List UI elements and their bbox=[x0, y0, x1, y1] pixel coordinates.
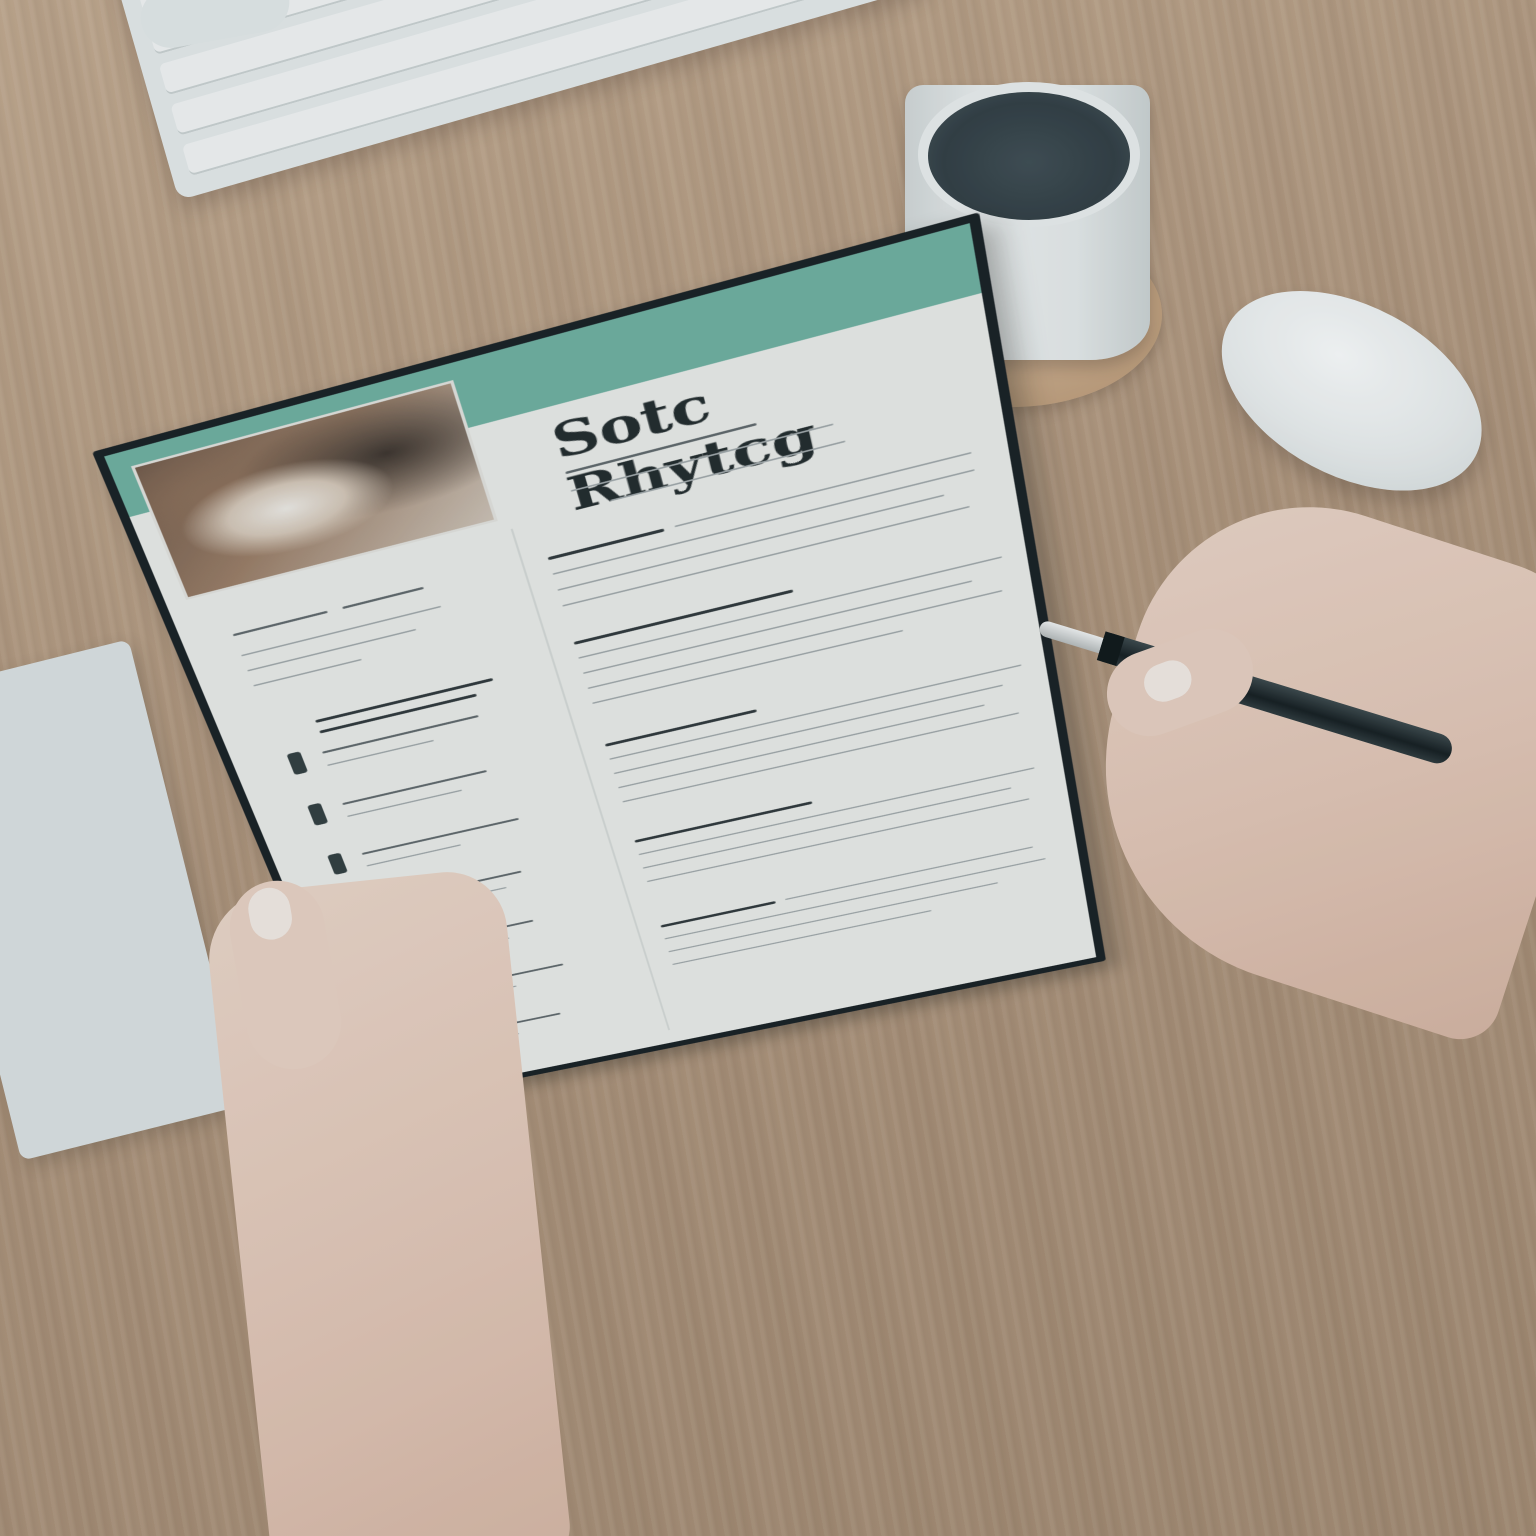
desk-scene: Sotc Rhytcg bbox=[0, 0, 1536, 1536]
skill-bullet bbox=[327, 853, 348, 875]
skill-line bbox=[327, 740, 434, 766]
sidebar-heading bbox=[342, 587, 424, 609]
section-rule bbox=[315, 678, 493, 723]
section-heading bbox=[574, 589, 794, 644]
coffee bbox=[928, 92, 1130, 220]
text-line bbox=[639, 767, 1035, 855]
skill-bullet bbox=[286, 751, 308, 775]
column-divider bbox=[511, 529, 670, 1031]
text-line bbox=[785, 846, 1033, 900]
thumbnail bbox=[245, 884, 295, 943]
text-line bbox=[664, 858, 1045, 940]
text-line bbox=[668, 882, 998, 952]
text-line bbox=[578, 556, 1002, 659]
skill-bullet bbox=[307, 803, 328, 826]
text-line bbox=[672, 910, 931, 965]
skill-line bbox=[347, 790, 462, 817]
text-line bbox=[609, 664, 1021, 760]
text-line bbox=[618, 704, 985, 788]
section-heading bbox=[548, 528, 665, 560]
text-line bbox=[253, 659, 362, 687]
section-heading bbox=[660, 901, 776, 928]
sidebar-heading bbox=[233, 611, 328, 637]
text-line bbox=[592, 630, 903, 704]
thumbnail bbox=[1139, 655, 1197, 707]
